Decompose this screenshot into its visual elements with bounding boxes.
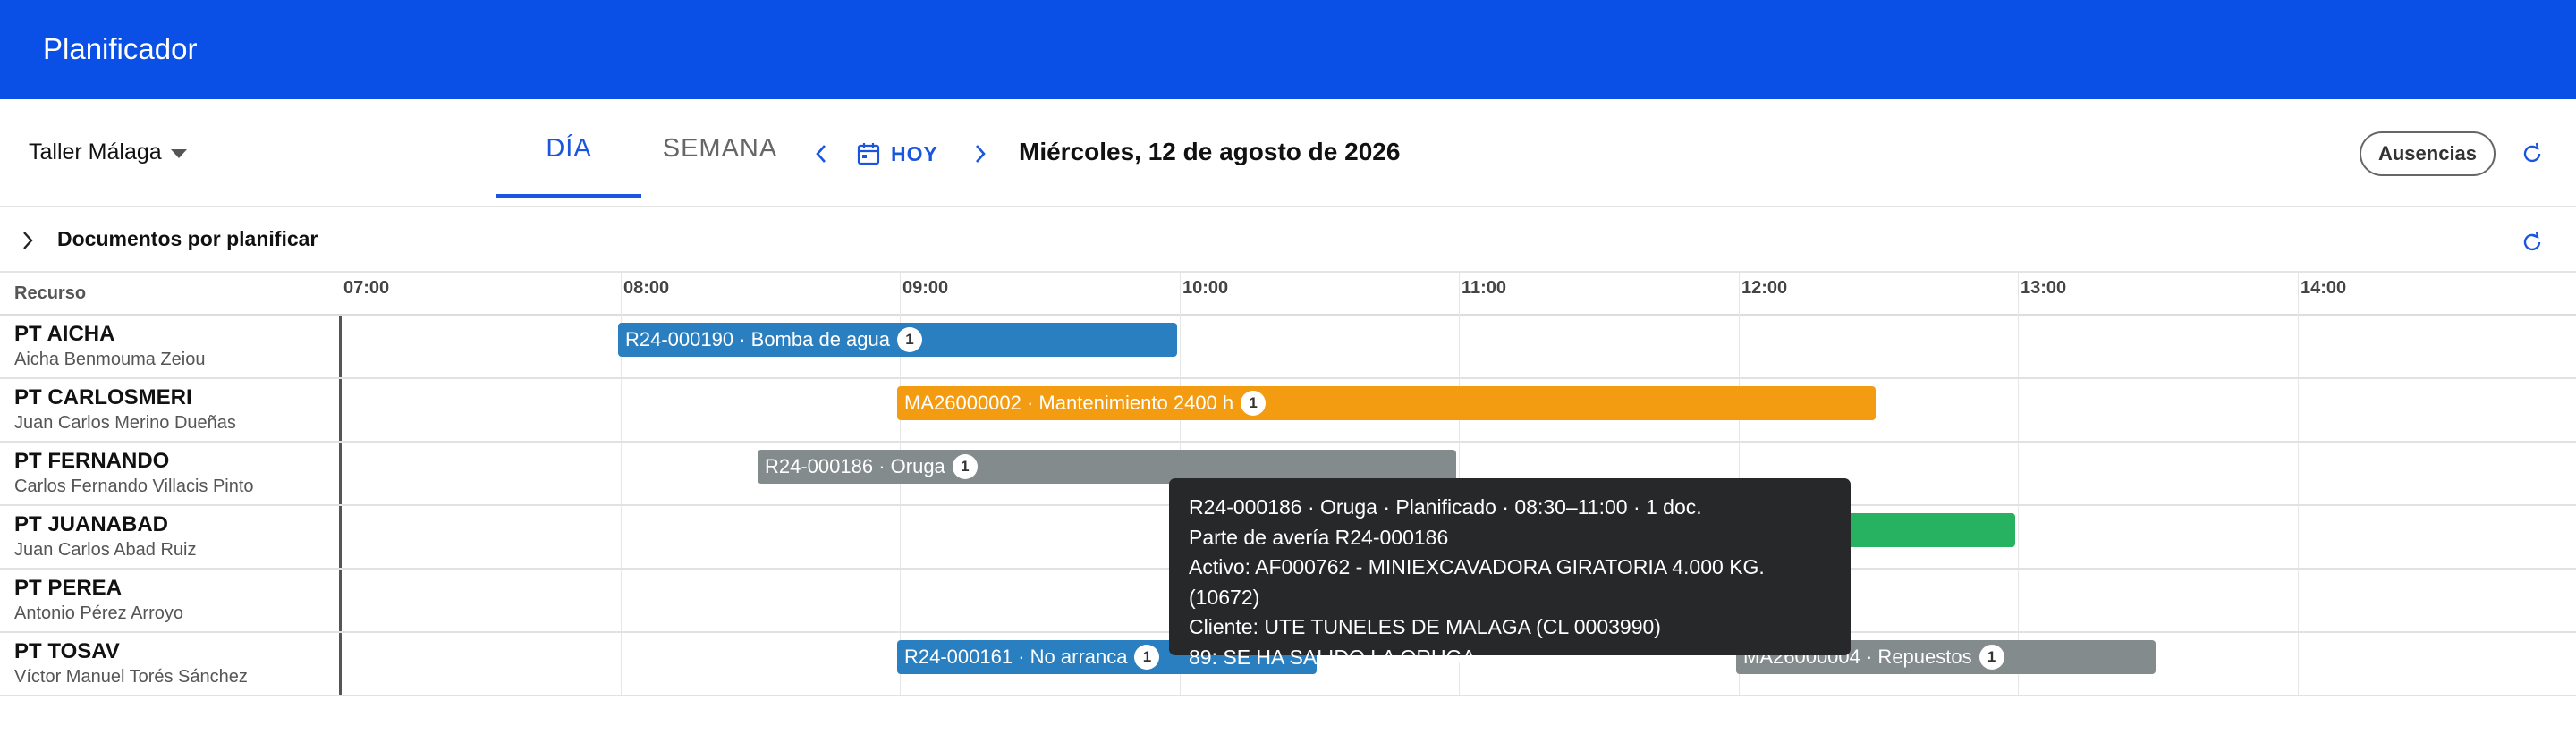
app-bar: Planificador bbox=[0, 0, 2576, 99]
document-count-badge: 1 bbox=[1134, 645, 1160, 670]
document-count-badge: 1 bbox=[952, 454, 978, 479]
resource-code: PT TOSAV bbox=[14, 639, 120, 663]
previous-day-button[interactable] bbox=[810, 140, 832, 167]
event-label: R24-000190 · Bomba de agua bbox=[625, 328, 890, 350]
absences-button[interactable]: Ausencias bbox=[2360, 131, 2496, 176]
resource-person: Juan Carlos Abad Ruiz bbox=[14, 540, 197, 560]
calendar-icon bbox=[857, 143, 880, 165]
tooltip-line: 89: SE HA SALIDO LA ORUGA bbox=[1189, 645, 1476, 669]
event-tooltip: R24-000186 · Oruga · Planificado · 08:30… bbox=[1169, 478, 1851, 669]
document-count-badge: 1 bbox=[897, 327, 922, 352]
hour-label: 12:00 bbox=[1741, 278, 1788, 298]
schedule-event[interactable]: R24-000190 · Bomba de agua 1 bbox=[618, 323, 1177, 357]
chevron-right-icon bbox=[23, 232, 33, 249]
tooltip-line: Parte de avería R24-000186 bbox=[1189, 525, 1449, 549]
resource-code: PT JUANABAD bbox=[14, 512, 169, 536]
tab-active-indicator bbox=[496, 194, 641, 198]
workshop-select[interactable]: Taller Málaga bbox=[29, 139, 187, 165]
resource-column-header: Recurso bbox=[14, 283, 87, 303]
caret-down-icon bbox=[170, 148, 187, 158]
resource-person: Antonio Pérez Arroyo bbox=[14, 603, 183, 623]
hour-label: 13:00 bbox=[2021, 278, 2067, 298]
schedule-header: Recurso 07:00 08:00 09:00 10:00 11:00 12:00 13… bbox=[0, 273, 2576, 316]
schedule-event[interactable]: MA26000002 · Mantenimiento 2400 h 1 bbox=[897, 386, 1876, 420]
tab-week-label: SEMANA bbox=[662, 133, 778, 163]
hour-label: 11:00 bbox=[1462, 278, 1507, 298]
resource-person: Juan Carlos Merino Dueñas bbox=[14, 413, 236, 433]
event-label: R24-000161 · No arranca bbox=[904, 646, 1128, 668]
event-label: R24-000186 · Oruga bbox=[765, 455, 945, 477]
expand-documents-button[interactable] bbox=[21, 230, 34, 256]
tooltip-line: Activo: AF000762 - MINIEXCAVADORA GIRATO… bbox=[1189, 555, 1765, 609]
resource-row: PT AICHA Aicha Benmouma Zeiou bbox=[0, 316, 2576, 379]
next-day-button[interactable] bbox=[970, 140, 991, 167]
tooltip-line: Cliente: UTE TUNELES DE MALAGA (CL 00039… bbox=[1189, 615, 1661, 638]
refresh-documents-button[interactable] bbox=[2520, 230, 2545, 259]
refresh-icon bbox=[2523, 231, 2541, 251]
tab-week[interactable]: SEMANA bbox=[653, 99, 787, 198]
today-button[interactable]: HOY bbox=[857, 140, 938, 167]
resource-code: PT AICHA bbox=[14, 322, 115, 346]
resource-person: Víctor Manuel Torés Sánchez bbox=[14, 667, 248, 687]
resource-code: PT CARLOSMERI bbox=[14, 385, 192, 409]
tab-day[interactable]: DÍA bbox=[496, 99, 641, 198]
document-count-badge: 1 bbox=[1241, 391, 1267, 416]
document-count-badge: 1 bbox=[1979, 645, 2004, 670]
refresh-icon bbox=[2523, 142, 2541, 163]
hour-label: 08:00 bbox=[623, 278, 670, 298]
resource-person: Aicha Benmouma Zeiou bbox=[14, 350, 206, 369]
chevron-right-icon bbox=[976, 145, 986, 163]
workshop-select-value: Taller Málaga bbox=[29, 139, 162, 165]
hour-label: 07:00 bbox=[343, 278, 390, 298]
tab-day-label: DÍA bbox=[546, 133, 592, 163]
refresh-button[interactable] bbox=[2520, 141, 2545, 171]
documents-to-plan-label: Documentos por planificar bbox=[57, 227, 318, 250]
documents-to-plan-bar[interactable]: Documentos por planificar bbox=[0, 208, 2576, 273]
resource-code: PT PEREA bbox=[14, 576, 123, 600]
hour-label: 10:00 bbox=[1182, 278, 1229, 298]
planner-toolbar: Taller Málaga DÍA SEMANA HOY Miércoles, … bbox=[0, 99, 2576, 207]
hour-label: 14:00 bbox=[2301, 278, 2347, 298]
current-date-title: Miércoles, 12 de agosto de 2026 bbox=[1019, 138, 1401, 165]
resource-person: Carlos Fernando Villacis Pinto bbox=[14, 477, 254, 496]
resource-code: PT FERNANDO bbox=[14, 449, 170, 473]
hour-label: 09:00 bbox=[902, 278, 949, 298]
chevron-left-icon bbox=[816, 145, 826, 163]
app-title: Planificador bbox=[43, 32, 198, 65]
today-label: HOY bbox=[891, 141, 938, 165]
tooltip-line: R24-000186 · Oruga · Planificado · 08:30… bbox=[1189, 495, 1702, 519]
event-label: MA26000002 · Mantenimiento 2400 h bbox=[904, 392, 1234, 414]
